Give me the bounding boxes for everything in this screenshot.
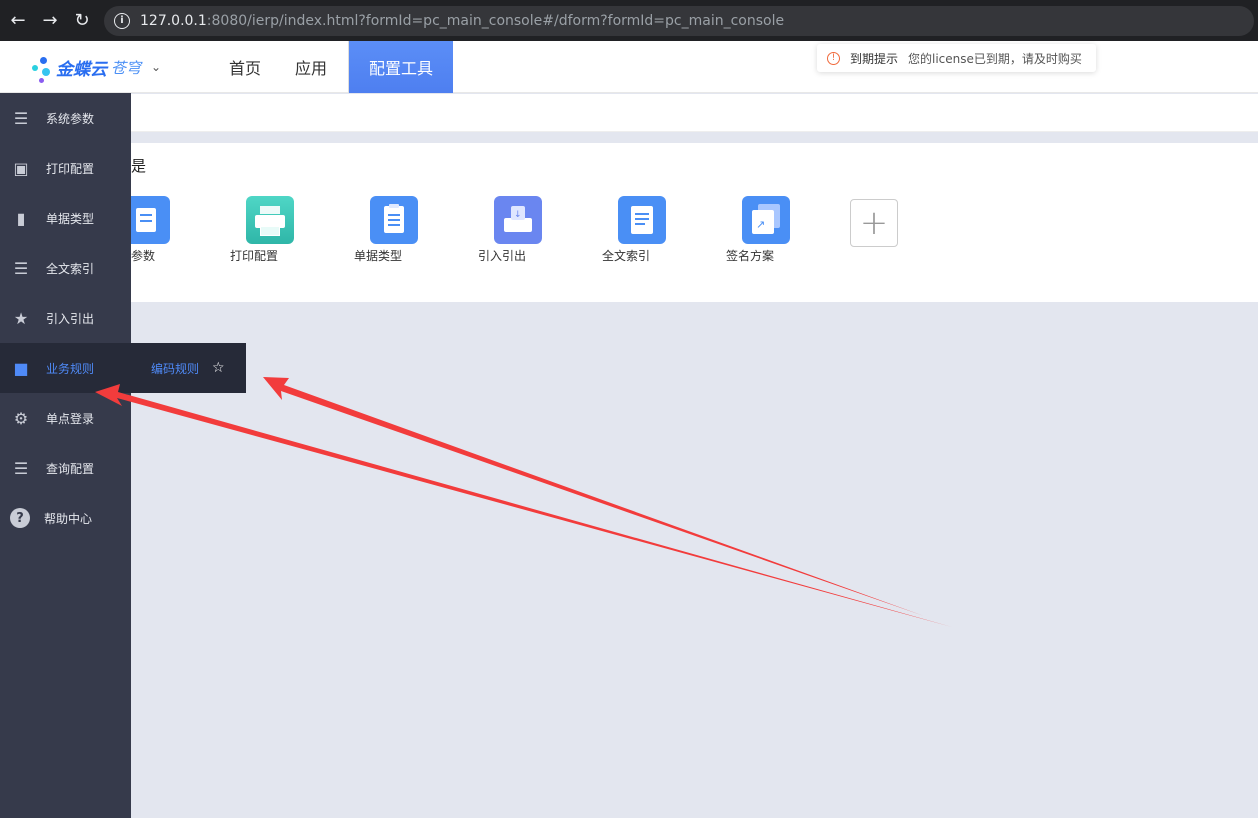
document-icon xyxy=(618,196,666,244)
tile-import-export[interactable]: ↓ 引入引出 xyxy=(478,196,558,264)
chevron-down-icon[interactable]: ⌄ xyxy=(151,60,161,74)
tab-config-tools[interactable]: 配置工具 xyxy=(348,41,454,93)
url-host: 127.0.0.1 xyxy=(140,12,207,29)
sidebar-item-label: 业务规则 xyxy=(46,361,95,376)
info-icon[interactable]: i xyxy=(114,12,130,29)
sidebar-item-query-config[interactable]: ☰ 查询配置 xyxy=(0,443,131,493)
tile-label: 引入引出 xyxy=(478,249,527,263)
notice-message: 您的license已到期，请及时购买 xyxy=(908,51,1082,66)
notice-title: 到期提示 xyxy=(850,51,899,66)
chart-doc-icon: ↗ xyxy=(742,196,790,244)
folder-icon: ▮ xyxy=(16,208,26,228)
help-icon: ? xyxy=(10,508,30,528)
sidebar: ☰ 系统参数 ▣ 打印配置 ▮ 单据类型 ☰ 全文索引 ★ 引入引出 ■ 业务规… xyxy=(0,93,131,818)
sidebar-item-system-params[interactable]: ☰ 系统参数 xyxy=(0,93,131,143)
sidebar-item-help[interactable]: ? 帮助中心 xyxy=(0,493,131,543)
logo-mark-icon xyxy=(30,51,54,83)
tile-bill-type[interactable]: 单据类型 xyxy=(354,196,434,264)
submenu-item-coding-rules[interactable]: 编码规则 xyxy=(151,360,199,377)
card-title: 是 xyxy=(131,157,147,175)
book-star-icon: ★ xyxy=(13,308,29,328)
book-icon: ■ xyxy=(13,358,29,378)
sidebar-item-print-config[interactable]: ▣ 打印配置 xyxy=(0,143,131,193)
sidebar-item-business-rules[interactable]: ■ 业务规则 xyxy=(0,343,131,393)
submenu-flyout: 编码规则 ☆ xyxy=(131,343,246,393)
tile-print-config[interactable]: 打印配置 xyxy=(230,196,310,264)
sidebar-item-fulltext-index[interactable]: ☰ 全文索引 xyxy=(0,243,131,293)
plus-icon: + xyxy=(859,203,889,243)
arrow-left-icon[interactable]: ← xyxy=(2,5,34,37)
address-bar[interactable]: i 127.0.0.1 :8080/ierp/index.html?formId… xyxy=(104,5,1254,36)
sidebar-item-label: 单据类型 xyxy=(46,211,95,226)
tile-label: 全文索引 xyxy=(602,249,651,263)
logo-subtext: 苍穹 xyxy=(111,58,142,77)
tab-home[interactable]: 首页 xyxy=(212,41,278,93)
content-toolbar xyxy=(131,94,1258,132)
login-icon: ⚙ xyxy=(13,408,29,428)
layers-icon: ☰ xyxy=(13,258,29,278)
sidebar-item-label: 打印配置 xyxy=(46,161,95,176)
sidebar-item-label: 系统参数 xyxy=(46,111,95,126)
sidebar-item-label: 帮助中心 xyxy=(44,511,93,526)
sidebar-item-bill-type[interactable]: ▮ 单据类型 xyxy=(0,193,131,243)
layers-icon: ☰ xyxy=(13,108,29,128)
star-icon[interactable]: ☆ xyxy=(212,360,225,376)
tile-label: 单据类型 xyxy=(354,249,403,263)
tab-apps[interactable]: 应用 xyxy=(278,41,344,93)
sidebar-item-label: 单点登录 xyxy=(46,411,95,426)
tile-signature-scheme[interactable]: ↗ 签名方案 xyxy=(726,196,806,264)
import-icon: ↓ xyxy=(494,196,542,244)
tile-label: 打印配置 xyxy=(230,249,279,263)
sidebar-item-import-export[interactable]: ★ 引入引出 xyxy=(0,293,131,343)
add-tile-button[interactable]: + xyxy=(850,199,898,247)
annotation-arrow-to-sidebar xyxy=(95,384,952,627)
logo[interactable]: 金蝶云 苍穹 ⌄ xyxy=(30,51,161,83)
top-nav: 首页 应用 配置工具 xyxy=(212,41,454,93)
tile-label: 签名方案 xyxy=(726,249,775,263)
app-header: 金蝶云 苍穹 ⌄ 首页 应用 配置工具 ! 到期提示 您的license已到期，… xyxy=(0,41,1258,93)
arrow-right-icon[interactable]: → xyxy=(34,5,66,37)
browser-toolbar: ← → ↻ i 127.0.0.1 :8080/ierp/index.html?… xyxy=(0,0,1258,41)
layers-icon: ☰ xyxy=(13,458,29,478)
sidebar-item-label: 引入引出 xyxy=(46,311,95,326)
url-path: :8080/ierp/index.html?formId=pc_main_con… xyxy=(206,12,785,29)
license-notice: ! 到期提示 您的license已到期，请及时购买 xyxy=(817,44,1096,72)
sidebar-item-label: 全文索引 xyxy=(46,261,95,276)
logo-text: 金蝶云 xyxy=(56,59,107,80)
config-card: 是 参数 打印配置 单据类型 ↓ 引入引出 全文索引 ↗ 签名方案 + xyxy=(122,143,1258,302)
printer-icon xyxy=(246,196,294,244)
sidebar-item-label: 查询配置 xyxy=(46,461,95,476)
clipboard-icon xyxy=(370,196,418,244)
warning-icon: ! xyxy=(827,51,840,65)
tile-fulltext-index[interactable]: 全文索引 xyxy=(602,196,682,264)
reload-icon[interactable]: ↻ xyxy=(66,5,98,37)
picture-icon: ▣ xyxy=(13,158,29,178)
sidebar-item-sso[interactable]: ⚙ 单点登录 xyxy=(0,393,131,443)
annotation-arrow-to-submenu xyxy=(263,377,924,616)
